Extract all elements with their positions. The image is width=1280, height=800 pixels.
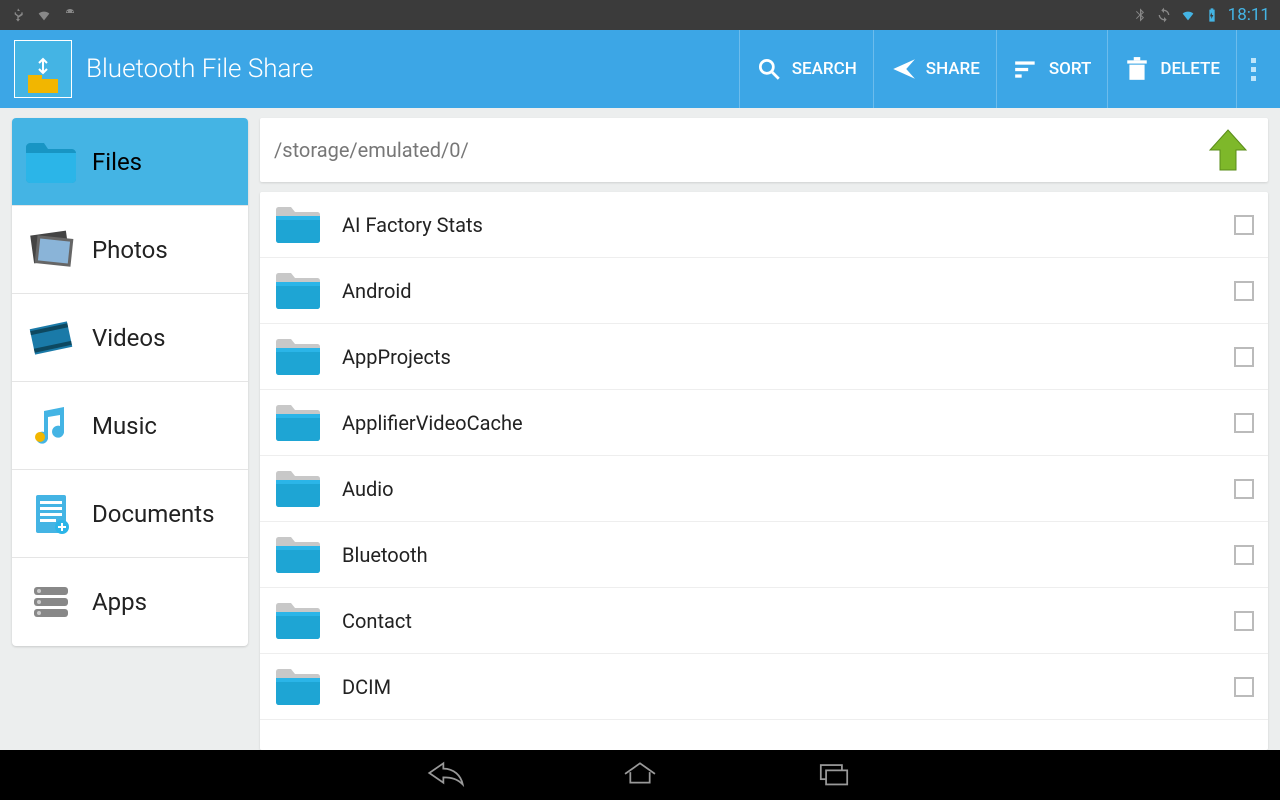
file-name: AppProjects [342,345,1234,369]
sort-label: SORT [1049,59,1092,79]
file-checkbox[interactable] [1234,347,1254,367]
recent-icon [812,758,856,788]
battery-icon [1204,7,1220,23]
file-row[interactable]: Audio [260,456,1268,522]
file-name: Android [342,279,1234,303]
file-name: AI Factory Stats [342,213,1234,237]
videos-icon [24,311,78,365]
back-button[interactable] [424,758,468,792]
documents-icon [24,487,78,541]
search-icon [756,56,782,82]
file-list[interactable]: AI Factory Stats Android AppProjects Applif… [260,192,1268,750]
home-button[interactable] [618,758,662,792]
system-nav-bar [0,750,1280,800]
file-checkbox[interactable] [1234,281,1254,301]
delete-button[interactable]: DELETE [1107,30,1236,108]
search-label: SEARCH [792,59,857,79]
folder-icon [274,204,322,246]
folder-icon [274,666,322,708]
sidebar-item-files[interactable]: Files [12,118,248,206]
delete-label: DELETE [1160,59,1220,79]
overflow-icon [1251,58,1256,81]
file-checkbox[interactable] [1234,479,1254,499]
file-checkbox[interactable] [1234,215,1254,235]
file-row[interactable]: Android [260,258,1268,324]
sidebar: Files Photos Videos Music Documents [12,118,248,646]
wifi-status-icon [1180,7,1196,23]
sidebar-item-label: Documents [92,500,215,528]
sidebar-item-label: Music [92,412,157,440]
file-checkbox[interactable] [1234,677,1254,697]
file-row[interactable]: ApplifierVideoCache [260,390,1268,456]
bluetooth-icon [1132,7,1148,23]
apps-icon [24,575,78,629]
share-label: SHARE [926,59,980,79]
share-icon [890,56,916,82]
current-path: /storage/emulated/0/ [274,138,1202,162]
sidebar-item-documents[interactable]: Documents [12,470,248,558]
file-row[interactable]: Contact [260,588,1268,654]
sidebar-item-label: Photos [92,236,168,264]
file-name: ApplifierVideoCache [342,411,1234,435]
music-icon [24,399,78,453]
file-row[interactable]: AppProjects [260,324,1268,390]
file-name: Contact [342,609,1234,633]
home-icon [618,758,662,788]
photos-icon [24,223,78,277]
sidebar-item-label: Files [92,148,142,176]
sidebar-item-label: Apps [92,588,147,616]
sidebar-item-label: Videos [92,324,165,352]
folder-icon [274,402,322,444]
file-name: Audio [342,477,1234,501]
usb-icon [10,7,26,23]
rotate-icon [1156,7,1172,23]
back-icon [424,758,468,788]
sort-button[interactable]: SORT [996,30,1108,108]
wifi-icon [36,7,52,23]
up-arrow-icon [1202,124,1254,176]
file-row[interactable]: DCIM [260,654,1268,720]
app-title: Bluetooth File Share [86,54,739,84]
folder-icon [274,468,322,510]
app-bar: Bluetooth File Share SEARCH SHARE SORT D… [0,30,1280,108]
folder-icon [274,270,322,312]
folder-icon [274,534,322,576]
up-button[interactable] [1202,124,1254,176]
sidebar-item-music[interactable]: Music [12,382,248,470]
file-name: Bluetooth [342,543,1234,567]
sort-icon [1013,56,1039,82]
file-name: DCIM [342,675,1234,699]
file-checkbox[interactable] [1234,545,1254,565]
folder-icon [274,600,322,642]
share-button[interactable]: SHARE [873,30,996,108]
trash-icon [1124,56,1150,82]
sidebar-item-videos[interactable]: Videos [12,294,248,382]
files-icon [24,135,78,189]
search-button[interactable]: SEARCH [739,30,873,108]
file-row[interactable]: Bluetooth [260,522,1268,588]
folder-icon [274,336,322,378]
file-row[interactable]: AI Factory Stats [260,192,1268,258]
recent-button[interactable] [812,758,856,792]
overflow-menu-button[interactable] [1236,30,1270,108]
file-checkbox[interactable] [1234,413,1254,433]
path-bar: /storage/emulated/0/ [260,118,1268,182]
sidebar-item-photos[interactable]: Photos [12,206,248,294]
app-icon [14,40,72,98]
file-checkbox[interactable] [1234,611,1254,631]
status-bar: 18:11 [0,0,1280,30]
sidebar-item-apps[interactable]: Apps [12,558,248,646]
android-icon [62,7,78,23]
status-time: 18:11 [1228,5,1270,25]
